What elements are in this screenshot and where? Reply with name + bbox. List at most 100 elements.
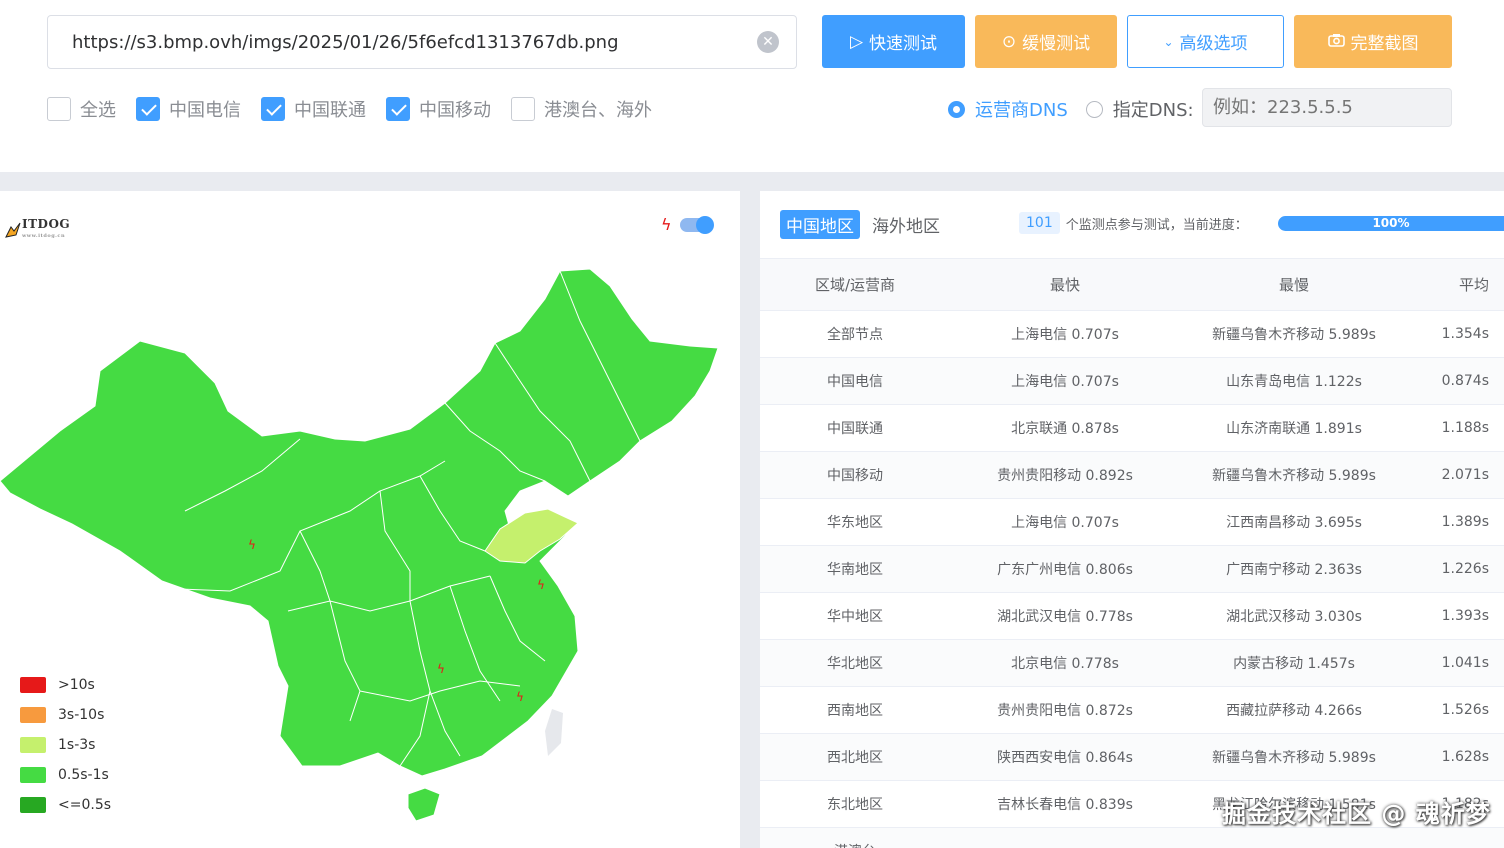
column-header-fastest[interactable]: 最快	[950, 258, 1180, 311]
progress-text: 个监测点参与测试，当前进度：	[1065, 217, 1248, 233]
cell-region: 中国电信	[827, 374, 883, 390]
radio-isp-dns[interactable]: 运营商DNS	[948, 96, 1068, 122]
legend-label: <=0.5s	[58, 797, 112, 813]
checkbox-label: 全选	[80, 100, 116, 121]
checkbox-china-mobile[interactable]: 中国移动	[386, 96, 491, 122]
logo-text: ITDOG www.itdog.cn	[22, 218, 70, 242]
radio-dot[interactable]	[948, 100, 965, 118]
cell-slowest: 新疆乌鲁木齐移动 5.989s	[1212, 468, 1376, 484]
cell-average: 1.041s	[1441, 655, 1489, 671]
checkbox-hk-macau-tw-overseas[interactable]: 港澳台、海外	[511, 96, 652, 122]
table-row: 西北地区 陕西西安电信 0.864s 新疆乌鲁木齐移动 5.989s 1.628s	[760, 733, 1504, 781]
checkbox-box[interactable]	[386, 97, 410, 121]
legend-label: 0.5s-1s	[58, 767, 109, 783]
column-header-average[interactable]: 平均	[1408, 258, 1504, 311]
lightning-icon: ϟ	[516, 690, 524, 704]
tab-china[interactable]: 中国地区	[780, 210, 860, 239]
marker-toggle[interactable]: ϟ	[661, 215, 714, 234]
cell-average	[1408, 828, 1504, 848]
cell-slowest	[1180, 828, 1408, 848]
checkbox-china-telecom[interactable]: 中国电信	[136, 96, 241, 122]
legend-item: 1s-3s	[20, 730, 111, 760]
checkbox-select-all[interactable]: 全选	[47, 96, 116, 122]
checkbox-box[interactable]	[47, 97, 71, 121]
lightning-icon: ϟ	[437, 662, 445, 676]
map-region-hainan	[407, 787, 441, 822]
legend-label: 3s-10s	[58, 707, 105, 723]
cell-average: 1.628s	[1441, 749, 1489, 765]
cell-fastest: 北京电信 0.778s	[1011, 656, 1119, 672]
advanced-options-label: 高级选项	[1179, 34, 1248, 54]
progress-bar: 100%	[1278, 216, 1504, 231]
column-header-slowest[interactable]: 最慢	[1180, 258, 1408, 311]
checkbox-china-unicom[interactable]: 中国联通	[261, 96, 366, 122]
cell-region: 华北地区	[827, 656, 883, 672]
cell-fastest: 陕西西安电信 0.864s	[997, 750, 1133, 766]
fast-test-button[interactable]: ▷ 快速测试	[822, 15, 965, 68]
cell-slowest: 江西南昌移动 3.695s	[1226, 515, 1362, 531]
cell-average: 0.874s	[1441, 373, 1489, 389]
cell-region: 中国移动	[827, 468, 883, 484]
column-header-region[interactable]: 区域/运营商	[760, 258, 950, 311]
checkbox-label: 中国移动	[419, 100, 491, 121]
cell-region: 港澳台	[760, 828, 950, 848]
radio-dot[interactable]	[1085, 100, 1103, 118]
cell-slowest: 广西南宁移动 2.363s	[1226, 562, 1362, 578]
table-row: 华北地区 北京电信 0.778s 内蒙古移动 1.457s 1.041s	[760, 639, 1504, 687]
play-circle-icon: ⊙	[1001, 31, 1017, 52]
custom-dns-input[interactable]	[1202, 88, 1452, 127]
cell-region: 全部节点	[827, 327, 883, 343]
legend-item: 3s-10s	[20, 700, 111, 730]
radio-label: 指定DNS:	[1112, 100, 1194, 121]
tab-overseas[interactable]: 海外地区	[866, 210, 946, 239]
test-control-panel: ✕ ▷ 快速测试 ⊙ 缓慢测试 ⌄ 高级选项 完整截图 全选 中国电信 中国联通…	[0, 0, 1504, 172]
table-row: 中国移动 贵州贵阳移动 0.892s 新疆乌鲁木齐移动 5.989s 2.071s	[760, 451, 1504, 499]
checkbox-label: 中国联通	[294, 100, 366, 121]
table-row: 华中地区 湖北武汉电信 0.778s 湖北武汉移动 3.030s 1.393s	[760, 593, 1504, 640]
region-tabs: 中国地区 海外地区	[780, 210, 952, 239]
cell-region: 东北地区	[827, 797, 883, 813]
url-input[interactable]	[72, 16, 752, 68]
cell-fastest: 贵州贵阳移动 0.892s	[997, 468, 1133, 484]
map-legend: >10s 3s-10s 1s-3s 0.5s-1s <=0.5s	[20, 670, 111, 820]
cell-average: 1.226s	[1441, 561, 1489, 577]
checkbox-box[interactable]	[261, 97, 285, 121]
clear-icon[interactable]: ✕	[757, 31, 779, 53]
cell-slowest: 山东青岛电信 1.122s	[1226, 374, 1362, 390]
cell-slowest: 山东济南联通 1.891s	[1226, 421, 1362, 437]
radio-custom-dns[interactable]: 指定DNS:	[1085, 96, 1194, 122]
cell-average: 1.393s	[1441, 608, 1489, 624]
isp-checkbox-group: 全选 中国电信 中国联通 中国移动 港澳台、海外	[47, 96, 672, 122]
lightning-icon: ϟ	[537, 578, 545, 592]
toggle-switch[interactable]	[679, 215, 714, 234]
map-region-taiwan	[545, 709, 563, 756]
checkbox-label: 中国电信	[169, 100, 241, 121]
slow-test-label: 缓慢测试	[1022, 34, 1091, 54]
table-row: 西南地区 贵州贵阳电信 0.872s 西藏拉萨移动 4.266s 1.526s	[760, 687, 1504, 734]
cell-average: 1.526s	[1441, 702, 1489, 718]
cell-slowest: 内蒙古移动 1.457s	[1233, 656, 1355, 672]
lightning-icon: ϟ	[248, 538, 256, 552]
legend-swatch	[20, 767, 46, 783]
table-row: 全部节点 上海电信 0.707s 新疆乌鲁木齐移动 5.989s 1.354s	[760, 311, 1504, 358]
double-chevron-down-icon: ⌄	[1163, 34, 1174, 49]
table-row: 中国电信 上海电信 0.707s 山东青岛电信 1.122s 0.874s	[760, 357, 1504, 405]
play-icon: ▷	[849, 31, 864, 52]
cell-average: 1.354s	[1441, 326, 1489, 342]
cell-region: 华东地区	[827, 515, 883, 531]
camera-icon	[1327, 32, 1345, 52]
checkbox-box[interactable]	[136, 97, 160, 121]
url-field[interactable]: ✕	[47, 15, 797, 69]
table-row: 港澳台	[760, 827, 1504, 848]
cell-region: 西南地区	[827, 703, 883, 719]
fast-test-label: 快速测试	[869, 34, 938, 54]
cell-slowest: 新疆乌鲁木齐移动 5.989s	[1212, 750, 1376, 766]
cell-fastest: 广东广州电信 0.806s	[997, 562, 1133, 578]
results-table: 区域/运营商 最快 最慢 平均 全部节点 上海电信 0.707s 新疆乌鲁木齐移动 …	[760, 258, 1504, 848]
table-header-row: 区域/运营商 最快 最慢 平均	[760, 258, 1504, 311]
advanced-options-button[interactable]: ⌄ 高级选项	[1127, 15, 1284, 68]
itdog-logo: ITDOG www.itdog.cn	[4, 218, 70, 242]
slow-test-button[interactable]: ⊙ 缓慢测试	[975, 15, 1117, 68]
checkbox-box[interactable]	[511, 97, 535, 121]
full-screenshot-button[interactable]: 完整截图	[1294, 15, 1452, 68]
